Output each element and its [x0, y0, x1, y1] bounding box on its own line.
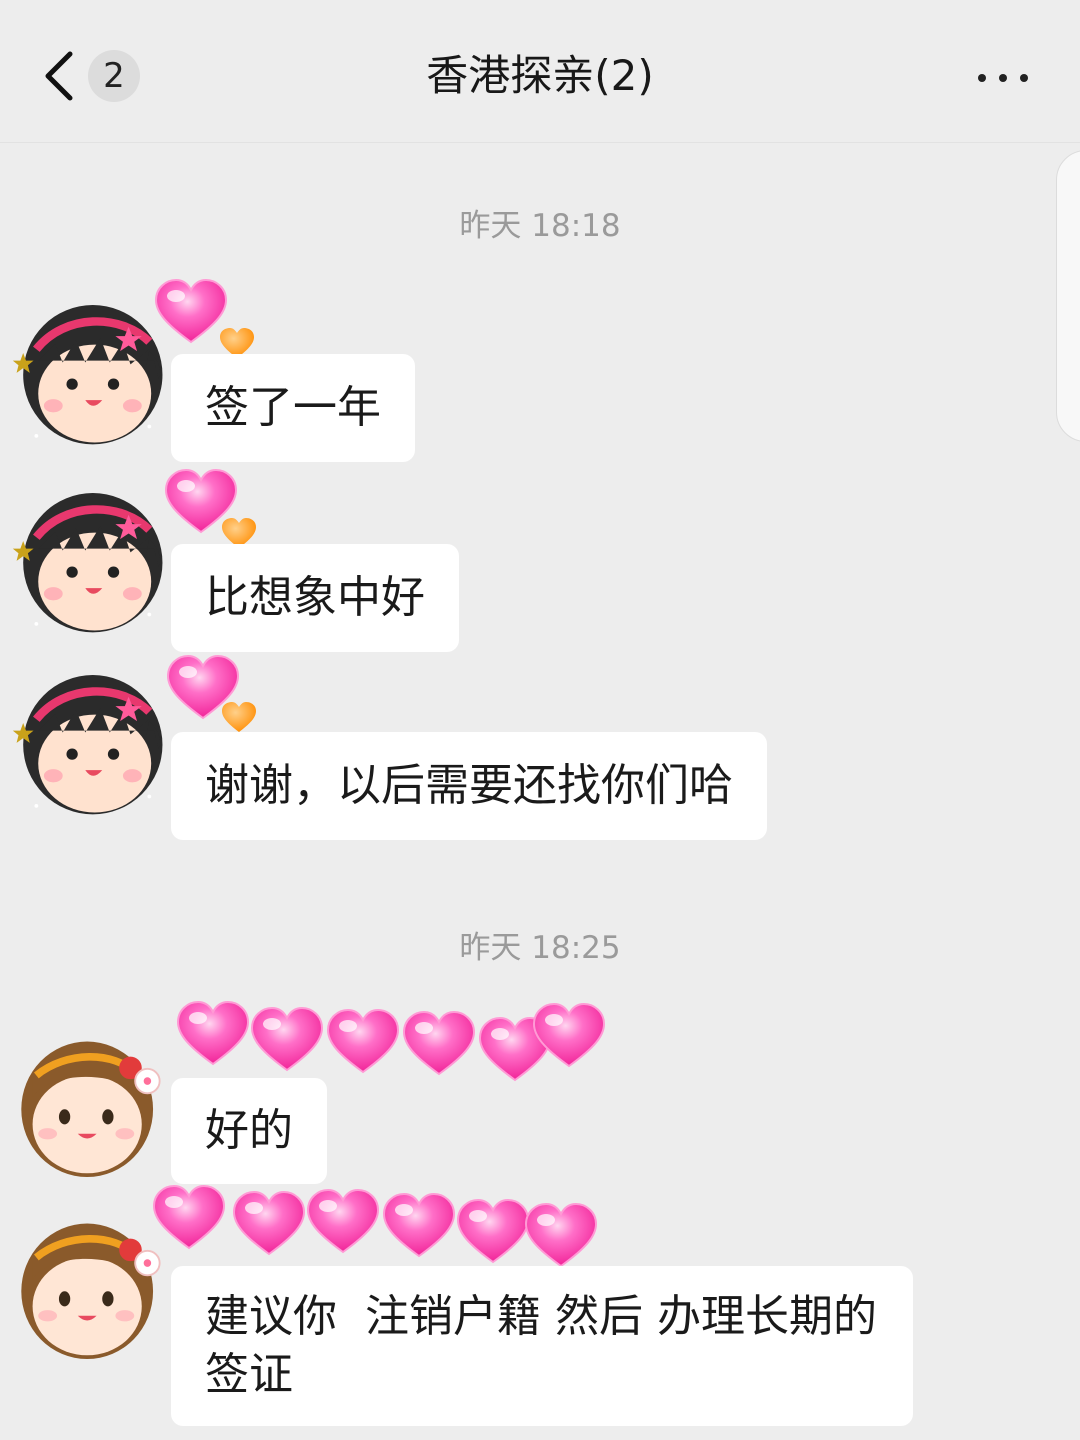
timestamp: 昨天 18:25 — [459, 930, 621, 966]
chat-header: 2 香港探亲(2) — [0, 0, 1080, 143]
more-options-icon[interactable] — [978, 74, 1028, 82]
heart-decoration-icon — [153, 1185, 597, 1267]
sender-avatar[interactable] — [10, 290, 170, 450]
message-bubble[interactable]: 好的 — [171, 1078, 327, 1184]
chat-title: 香港探亲(2) — [426, 51, 654, 100]
side-panel-handle[interactable] — [1056, 150, 1080, 442]
sender-avatar[interactable] — [10, 1200, 170, 1360]
sender-avatar[interactable] — [10, 478, 170, 638]
timestamp: 昨天 18:18 — [459, 208, 621, 244]
message-bubble[interactable]: 比想象中好 — [171, 544, 459, 652]
message-bubble[interactable]: 签了一年 — [171, 354, 415, 462]
sender-avatar[interactable] — [10, 660, 170, 820]
message-bubble[interactable]: 建议你 注销户籍 然后 办理长期的 签证 — [171, 1266, 913, 1426]
message-bubble[interactable]: 谢谢，以后需要还找你们哈 — [171, 732, 767, 840]
heart-decoration-icon — [177, 1001, 605, 1081]
sender-avatar[interactable] — [10, 1018, 170, 1178]
heart-decoration-icon — [167, 655, 256, 732]
